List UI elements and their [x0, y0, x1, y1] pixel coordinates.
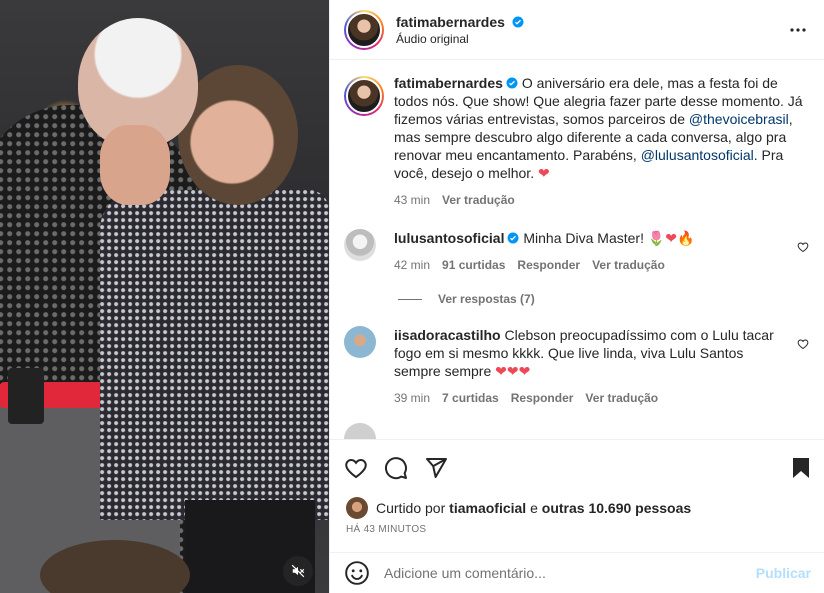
- comments-section[interactable]: fatimabernardes O aniversário era dele, …: [330, 60, 824, 440]
- commenter-avatar[interactable]: [344, 326, 376, 358]
- post-actions-bar: [330, 444, 824, 492]
- more-options-button[interactable]: [786, 18, 810, 42]
- add-comment-bar: Publicar: [330, 552, 824, 593]
- heart-emoji: ❤: [537, 166, 550, 182]
- view-replies-button[interactable]: Ver respostas (7): [398, 292, 809, 306]
- like-comment-heart-icon[interactable]: [797, 338, 809, 350]
- verified-badge-icon: [512, 16, 524, 27]
- share-button[interactable]: [424, 448, 464, 488]
- post-header: fatimabernardes Áudio original: [330, 0, 824, 60]
- comment-likes[interactable]: 91 curtidas: [442, 256, 505, 274]
- translate-link[interactable]: Ver tradução: [585, 389, 658, 407]
- caption: fatimabernardes O aniversário era dele, …: [344, 74, 809, 209]
- author-username[interactable]: fatimabernardes: [396, 14, 505, 30]
- comment-username[interactable]: lulusantosoficial: [394, 230, 504, 246]
- liker-username[interactable]: tiamaoficial: [449, 500, 526, 516]
- mention-lulusantosoficial[interactable]: @lulusantosoficial: [641, 147, 754, 163]
- caption-translate-link[interactable]: Ver tradução: [442, 191, 515, 209]
- muted-speaker-icon: [291, 564, 305, 578]
- caption-time[interactable]: 43 min: [394, 191, 430, 209]
- comment-time[interactable]: 42 min: [394, 256, 430, 274]
- video-mic-pack: [8, 368, 44, 424]
- caption-text: fatimabernardes O aniversário era dele, …: [394, 75, 803, 182]
- comment-item-partial: [344, 423, 809, 439]
- comment-item: lulusantosoficial Minha Diva Master! 🌷❤🔥…: [344, 229, 809, 274]
- verified-badge-icon: [507, 232, 519, 244]
- video-person-right: [100, 190, 329, 520]
- others-likes-link[interactable]: outras 10.690 pessoas: [542, 500, 691, 516]
- comment-username[interactable]: iisadoracastilho: [394, 327, 501, 343]
- comment-item: iisadoracastilho Clebson preocupadíssimo…: [344, 326, 809, 407]
- commenter-avatar[interactable]: [344, 229, 376, 261]
- heart-icon: [345, 458, 367, 479]
- post-timestamp[interactable]: HÁ 43 MINUTOS: [346, 524, 426, 535]
- save-button[interactable]: [771, 448, 811, 488]
- post-video[interactable]: [0, 0, 329, 593]
- reply-button[interactable]: Responder: [517, 256, 580, 274]
- mute-button[interactable]: [283, 556, 313, 586]
- paper-plane-icon: [426, 458, 447, 478]
- comment-emojis: 🌷❤🔥: [647, 231, 695, 247]
- comment-input[interactable]: [384, 565, 756, 581]
- liker-avatar[interactable]: [346, 497, 368, 519]
- video-arm: [100, 125, 170, 205]
- emoji-picker-icon[interactable]: [344, 560, 370, 586]
- likes-summary: Curtido por tiamaoficial e outras 10.690…: [346, 497, 691, 519]
- post-details-panel: fatimabernardes Áudio original fatimaber…: [329, 0, 824, 593]
- comment-button[interactable]: [384, 448, 424, 488]
- publish-button[interactable]: Publicar: [756, 565, 811, 581]
- like-comment-heart-icon[interactable]: [797, 241, 809, 253]
- caption-avatar[interactable]: [344, 76, 384, 116]
- reply-button[interactable]: Responder: [511, 389, 574, 407]
- audio-label[interactable]: Áudio original: [396, 32, 786, 46]
- comment-time[interactable]: 39 min: [394, 389, 430, 407]
- comment-emojis: ❤❤❤: [495, 364, 531, 380]
- caption-username[interactable]: fatimabernardes: [394, 75, 503, 91]
- comment-likes[interactable]: 7 curtidas: [442, 389, 499, 407]
- ellipsis-icon: [790, 27, 806, 32]
- translate-link[interactable]: Ver tradução: [592, 256, 665, 274]
- comment-text: Minha Diva Master!: [523, 230, 648, 246]
- author-avatar[interactable]: [344, 9, 384, 50]
- comment-bubble-icon: [385, 457, 407, 480]
- verified-badge-icon: [506, 77, 518, 89]
- like-button[interactable]: [344, 448, 384, 488]
- bookmark-filled-icon: [793, 458, 809, 478]
- mention-thevoicebrasil[interactable]: @thevoicebrasil: [689, 111, 789, 127]
- commenter-avatar[interactable]: [344, 423, 376, 439]
